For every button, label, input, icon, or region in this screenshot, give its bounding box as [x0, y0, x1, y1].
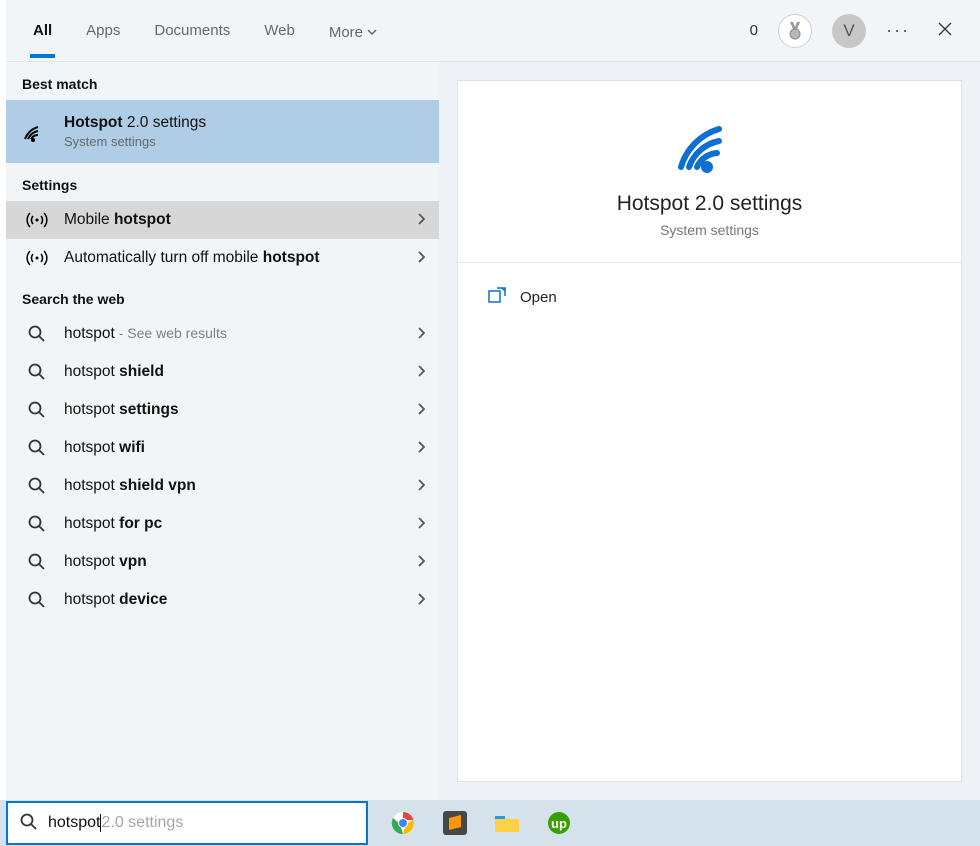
result-label: hotspot vpn	[64, 553, 403, 571]
preview-header: Hotspot 2.0 settings System settings	[458, 81, 961, 263]
file-explorer-icon[interactable]	[494, 810, 520, 836]
tab-all[interactable]: All	[30, 4, 55, 58]
open-label: Open	[520, 289, 557, 306]
chevron-right-icon	[417, 364, 425, 380]
wifi-icon	[24, 121, 50, 143]
chevron-right-icon	[417, 440, 425, 456]
broadcast-icon	[24, 249, 50, 267]
open-icon	[488, 287, 506, 307]
results-column: Best match Hotspot 2.0 settings System s…	[6, 62, 439, 800]
section-settings: Settings	[6, 163, 439, 201]
search-icon	[24, 477, 50, 495]
result-label: Automatically turn off mobile hotspot	[64, 249, 403, 267]
tab-more-label: More	[329, 24, 363, 41]
web-result[interactable]: hotspot vpn	[6, 543, 439, 581]
chrome-icon[interactable]	[390, 810, 416, 836]
chevron-right-icon	[417, 478, 425, 494]
best-match-result[interactable]: Hotspot 2.0 settings System settings	[6, 100, 439, 163]
tab-documents[interactable]: Documents	[151, 4, 233, 58]
search-icon	[24, 439, 50, 457]
chevron-right-icon	[417, 402, 425, 418]
result-label: hotspot for pc	[64, 515, 403, 533]
tab-more[interactable]: More	[326, 4, 380, 58]
chevron-right-icon	[417, 326, 425, 342]
svg-text:up: up	[551, 816, 567, 831]
result-label: hotspot settings	[64, 401, 403, 419]
search-icon	[24, 363, 50, 381]
chevron-right-icon	[417, 516, 425, 532]
result-label: hotspot shield vpn	[64, 477, 403, 495]
web-result[interactable]: hotspot device	[6, 581, 439, 619]
preview-column: Hotspot 2.0 settings System settings Ope…	[439, 62, 980, 800]
web-result[interactable]: hotspot - See web results	[6, 315, 439, 353]
wifi-large-icon	[478, 115, 941, 178]
open-action[interactable]: Open	[488, 287, 931, 307]
upwork-icon[interactable]: up	[546, 810, 572, 836]
preview-title: Hotspot 2.0 settings	[478, 192, 941, 216]
body-area: Best match Hotspot 2.0 settings System s…	[6, 62, 980, 800]
search-input[interactable]: hotspot 2.0 settings	[6, 801, 368, 845]
best-match-text: Hotspot 2.0 settings System settings	[64, 114, 425, 149]
start-search-window: All Apps Documents Web More 0 V ··· Best…	[6, 0, 980, 800]
settings-result[interactable]: Mobile hotspot	[6, 201, 439, 239]
search-icon	[24, 591, 50, 609]
web-result[interactable]: hotspot for pc	[6, 505, 439, 543]
sublime-icon[interactable]	[442, 810, 468, 836]
taskbar-icons: up	[390, 810, 572, 836]
tab-web[interactable]: Web	[261, 4, 298, 58]
result-label: Mobile hotspot	[64, 211, 403, 229]
section-web: Search the web	[6, 277, 439, 315]
preview-card: Hotspot 2.0 settings System settings Ope…	[457, 80, 962, 782]
more-options-icon[interactable]: ···	[886, 20, 910, 41]
chevron-right-icon	[417, 250, 425, 266]
search-icon	[24, 401, 50, 419]
web-result[interactable]: hotspot wifi	[6, 429, 439, 467]
chevron-right-icon	[417, 212, 425, 228]
chevron-right-icon	[417, 592, 425, 608]
search-icon	[24, 515, 50, 533]
result-label: hotspot shield	[64, 363, 403, 381]
result-label: hotspot - See web results	[64, 325, 403, 343]
rewards-medal-icon[interactable]	[778, 14, 812, 48]
search-text: hotspot 2.0 settings	[48, 814, 183, 832]
rewards-points: 0	[750, 22, 758, 39]
search-icon	[24, 553, 50, 571]
web-result[interactable]: hotspot shield vpn	[6, 467, 439, 505]
avatar[interactable]: V	[832, 14, 866, 48]
titlebar-right: 0 V ···	[750, 14, 960, 48]
section-best-match: Best match	[6, 62, 439, 100]
web-result[interactable]: hotspot settings	[6, 391, 439, 429]
preview-subtitle: System settings	[478, 222, 941, 238]
result-label: hotspot device	[64, 591, 403, 609]
taskbar: hotspot 2.0 settings up	[0, 800, 980, 846]
close-icon	[938, 22, 952, 36]
search-tabs: All Apps Documents Web More	[30, 4, 380, 58]
result-label: hotspot wifi	[64, 439, 403, 457]
broadcast-icon	[24, 211, 50, 229]
preview-actions: Open	[458, 263, 961, 331]
web-result[interactable]: hotspot shield	[6, 353, 439, 391]
tab-apps[interactable]: Apps	[83, 4, 123, 58]
chevron-right-icon	[417, 554, 425, 570]
search-icon	[24, 325, 50, 343]
settings-result[interactable]: Automatically turn off mobile hotspot	[6, 239, 439, 277]
chevron-down-icon	[367, 27, 377, 37]
search-icon	[20, 813, 38, 834]
close-button[interactable]	[930, 16, 960, 45]
titlebar: All Apps Documents Web More 0 V ···	[6, 0, 980, 62]
